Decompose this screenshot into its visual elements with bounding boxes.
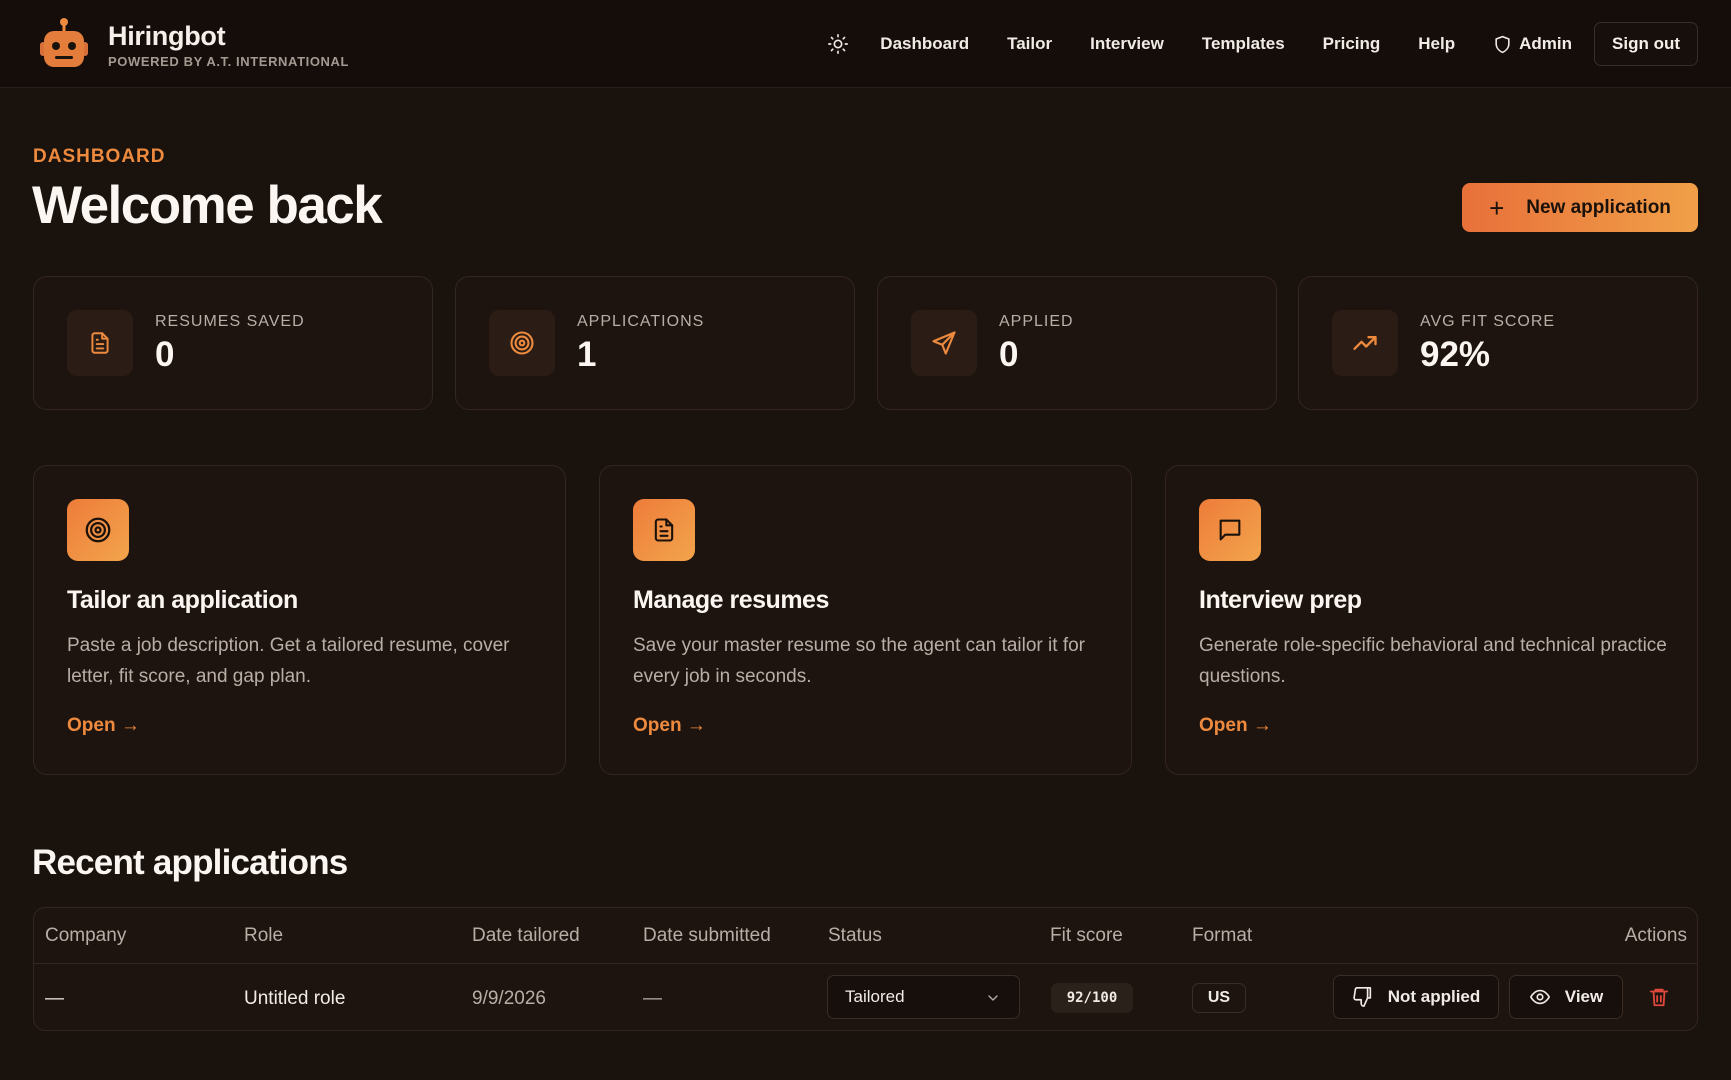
trending-up-icon (1332, 310, 1398, 376)
column-header[interactable]: Fit score (1050, 925, 1123, 947)
send-icon (911, 310, 977, 376)
stat-card-fit-score: AVG FIT SCORE 92% (1298, 276, 1698, 410)
new-application-button[interactable]: + New application (1462, 183, 1698, 232)
nav-bar: Dashboard Tailor Interview Templates Pri… (826, 21, 1698, 67)
page-eyebrow: DASHBOARD (33, 146, 166, 167)
stat-label: AVG FIT SCORE (1420, 313, 1556, 330)
stat-value: 92% (1420, 335, 1491, 374)
company-cell: — (45, 988, 64, 1009)
card-open-link[interactable]: Open → (633, 715, 706, 737)
nav-tailor[interactable]: Tailor (1007, 34, 1052, 54)
chat-icon (1199, 499, 1261, 561)
column-header[interactable]: Date tailored (472, 925, 580, 947)
stat-card-applications: APPLICATIONS 1 (455, 276, 855, 410)
target-icon (67, 499, 129, 561)
status-select[interactable]: Tailored (827, 975, 1020, 1019)
sun-icon[interactable] (826, 32, 850, 56)
brand-name: Hiringbot (108, 20, 226, 51)
card-open-link[interactable]: Open → (67, 715, 140, 737)
card-description: Paste a job description. Get a tailored … (67, 635, 510, 687)
trash-icon[interactable] (1648, 986, 1670, 1008)
nav-pricing[interactable]: Pricing (1323, 34, 1381, 54)
column-header[interactable]: Status (828, 925, 882, 947)
chevron-down-icon (988, 995, 998, 1001)
stat-value: 0 (155, 335, 175, 374)
eye-icon (1529, 989, 1550, 1005)
stat-card-resumes: RESUMES SAVED 0 (33, 276, 433, 410)
column-header[interactable]: Format (1192, 925, 1252, 947)
brand[interactable]: Hiringbot POWERED BY A.T. INTERNATIONAL (38, 16, 349, 72)
brand-tagline: POWERED BY A.T. INTERNATIONAL (108, 53, 350, 69)
document-icon (633, 499, 695, 561)
stat-label: APPLIED (999, 313, 1074, 330)
stat-value: 0 (999, 335, 1019, 374)
card-description: Save your master resume so the agent can… (633, 635, 1085, 687)
stat-card-applied: APPLIED 0 (877, 276, 1277, 410)
nav-dashboard[interactable]: Dashboard (880, 34, 969, 54)
status-value: Tailored (845, 987, 905, 1006)
applications-table: Company Role Date tailored Date submitte… (33, 907, 1698, 1031)
not-applied-button[interactable]: Not applied (1333, 975, 1499, 1019)
view-button[interactable]: View (1509, 975, 1623, 1019)
document-icon (67, 310, 133, 376)
section-title: Recent applications (32, 843, 348, 882)
nav-help[interactable]: Help (1418, 34, 1455, 54)
card-resumes[interactable]: Manage resumes Save your master resume s… (599, 465, 1132, 775)
plus-icon: + (1489, 192, 1505, 223)
new-application-label: New application (1526, 196, 1671, 218)
role-cell: Untitled role (244, 988, 346, 1009)
nav-templates[interactable]: Templates (1202, 34, 1285, 54)
card-description: Generate role-specific behavioral and te… (1199, 635, 1667, 687)
stat-label: RESUMES SAVED (155, 313, 305, 330)
card-title: Manage resumes (633, 586, 829, 614)
sign-out-button[interactable]: Sign out (1594, 22, 1698, 66)
column-header[interactable]: Date submitted (643, 925, 771, 947)
card-open-link[interactable]: Open → (1199, 715, 1272, 737)
date-tailored-cell: 9/9/2026 (472, 988, 546, 1009)
target-icon (489, 310, 555, 376)
robot-icon (38, 16, 90, 72)
thumbs-down-icon (1353, 987, 1371, 1007)
column-header[interactable]: Role (244, 925, 283, 947)
card-tailor[interactable]: Tailor an application Paste a job descri… (33, 465, 566, 775)
not-applied-label: Not applied (1387, 987, 1481, 1006)
stat-label: APPLICATIONS (577, 313, 705, 330)
nav-interview[interactable]: Interview (1090, 34, 1164, 54)
page-title: Welcome back (32, 176, 383, 235)
format-badge: US (1192, 983, 1246, 1013)
view-label: View (1564, 987, 1604, 1006)
card-interview[interactable]: Interview prep Generate role-specific be… (1165, 465, 1698, 775)
table-header: Company Role Date tailored Date submitte… (34, 908, 1697, 964)
column-header[interactable]: Company (45, 925, 126, 947)
card-title: Interview prep (1199, 586, 1362, 614)
date-submitted-cell: — (643, 988, 662, 1009)
admin-label: Admin (1519, 34, 1573, 53)
top-navbar: Hiringbot POWERED BY A.T. INTERNATIONAL … (0, 0, 1731, 88)
card-title: Tailor an application (67, 586, 298, 614)
shield-icon (1495, 35, 1510, 53)
admin-link[interactable]: Admin (1493, 34, 1572, 54)
stat-value: 1 (577, 335, 597, 374)
fit-score-badge: 92/100 (1051, 983, 1133, 1013)
column-header: Actions (1624, 925, 1687, 946)
